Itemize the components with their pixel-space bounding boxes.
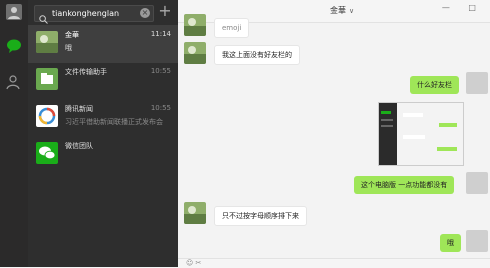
wechat-window: tiankonghenglan × + 金華 哦 11:14 文件传输助手 10…: [0, 0, 490, 268]
emoji-and-screenshot-icons[interactable]: ☺ ✂: [186, 259, 201, 267]
search-input[interactable]: tiankonghenglan ×: [34, 5, 154, 24]
message-bubble-out: 这个电脑版 一点功能都没有: [354, 176, 455, 194]
window-buttons[interactable]: — □: [442, 3, 484, 12]
chat-time: 11:14: [150, 30, 171, 38]
chat-time: 10:55: [150, 67, 171, 75]
search-icon: [39, 9, 48, 24]
self-avatar: [466, 172, 488, 194]
contact-avatar: [184, 202, 206, 224]
wechat-team-icon: [36, 142, 58, 164]
contacts-icon[interactable]: [6, 74, 22, 90]
screenshot-image-message[interactable]: [378, 102, 464, 166]
chat-item-tencent-news[interactable]: 腾讯新闻 习近平借助新闻联播正式发布会 10:55: [28, 99, 178, 137]
user-avatar[interactable]: [6, 4, 22, 20]
conversation-title[interactable]: 金華 ∨: [330, 5, 354, 16]
message-bubble-out: 什么好友栏: [410, 76, 459, 94]
chat-name: 文件传输助手: [65, 68, 107, 76]
message-bubble-in: 只不过按字母顺序排下来: [214, 206, 307, 226]
chat-name: 微信团队: [65, 142, 93, 150]
chat-list-panel: tiankonghenglan × + 金華 哦 11:14 文件传输助手 10…: [28, 0, 178, 267]
message-bubble-out: 哦: [440, 234, 461, 252]
file-transfer-icon: [36, 68, 58, 90]
self-avatar: [466, 72, 488, 94]
search-value: tiankonghenglan: [52, 9, 120, 18]
contact-avatar: [184, 14, 206, 36]
clear-search-icon[interactable]: ×: [140, 8, 150, 18]
chevron-down-icon[interactable]: ∨: [349, 7, 354, 15]
chat-preview: 哦: [65, 44, 72, 52]
chat-name: 金華: [65, 31, 79, 39]
contact-avatar: [36, 31, 58, 53]
contact-avatar: [184, 42, 206, 64]
message-bubble-in: emoji: [214, 18, 250, 38]
chat-item-jinhua[interactable]: 金華 哦 11:14: [28, 25, 178, 63]
chat-item-wechat-team[interactable]: 微信团队: [28, 136, 178, 174]
chat-item-file-transfer[interactable]: 文件传输助手 10:55: [28, 62, 178, 100]
chat-icon[interactable]: [6, 38, 22, 54]
self-avatar: [466, 230, 488, 252]
conversation-title-text: 金華: [330, 6, 346, 15]
chat-time: 10:55: [150, 104, 171, 112]
add-button[interactable]: +: [158, 3, 172, 19]
chat-preview: 习近平借助新闻联播正式发布会: [65, 118, 163, 126]
icon-rail: [0, 0, 28, 267]
conversation-panel: 金華 ∨ — □ emoji 我这上面没有好友栏的 什么好友栏 这个电脑版 一点功…: [178, 0, 490, 268]
tencent-news-icon: [36, 105, 58, 127]
chat-name: 腾讯新闻: [65, 105, 93, 113]
message-bubble-in: 我这上面没有好友栏的: [214, 45, 300, 65]
